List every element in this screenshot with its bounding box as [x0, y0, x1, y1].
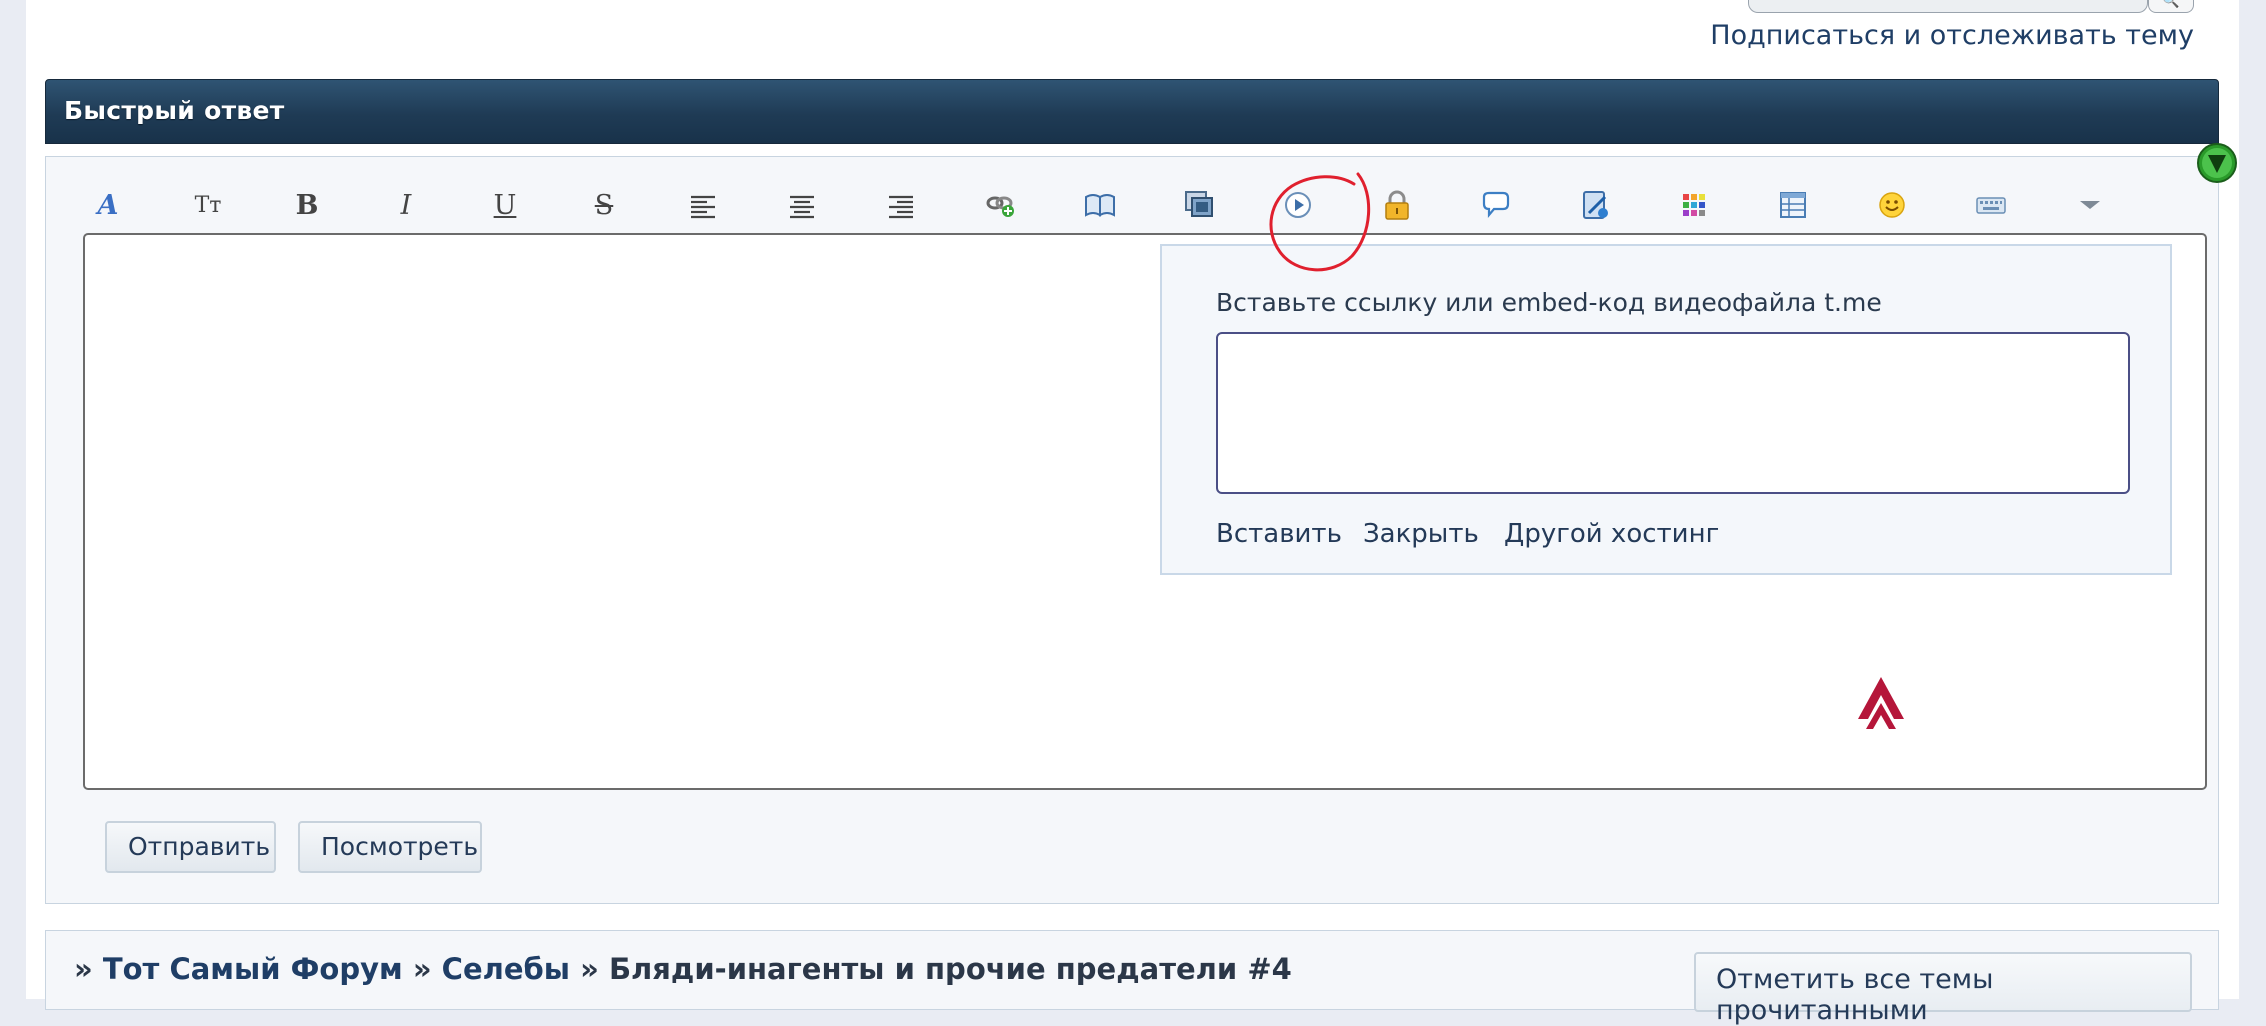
align-right-button[interactable]: [876, 180, 926, 230]
other-hosting-link[interactable]: Другой хостинг: [1504, 519, 1719, 549]
code-icon: [1583, 191, 1608, 219]
code-button[interactable]: [1570, 180, 1620, 230]
breadcrumb: » Тот Самый Форум » Селебы » Бляди-инаге…: [74, 952, 1292, 986]
video-url-input[interactable]: [1216, 332, 2130, 494]
editor-toolbar: A Tт B I U S: [83, 180, 2165, 232]
quick-reply-title: Быстрый ответ: [64, 96, 285, 125]
font-size-icon: Tт: [194, 192, 222, 218]
gallery-icon: [1185, 191, 1213, 217]
strikethrough-button[interactable]: S: [579, 180, 629, 230]
mark-all-read-button[interactable]: Отметить все темы прочитанными: [1694, 952, 2192, 1026]
underline-button[interactable]: U: [480, 180, 530, 230]
breadcrumb-section-link[interactable]: Селебы: [442, 952, 570, 986]
scroll-up-arrow-icon[interactable]: [1856, 675, 1906, 731]
send-button[interactable]: Отправить: [105, 821, 276, 873]
more-dropdown-icon: [2080, 201, 2100, 209]
keyboard-icon: [1976, 197, 2006, 214]
book-icon: [1085, 194, 1115, 217]
keyboard-button[interactable]: [1966, 180, 2016, 230]
quote-button[interactable]: [1471, 180, 1521, 230]
bold-button[interactable]: B: [282, 180, 332, 230]
more-button[interactable]: [2065, 180, 2115, 230]
breadcrumb-separator: »: [580, 952, 599, 986]
close-link[interactable]: Закрыть: [1363, 519, 1479, 549]
table-button[interactable]: [1768, 180, 1818, 230]
italic-button[interactable]: I: [381, 180, 431, 230]
table-icon: [1780, 192, 1806, 218]
strikethrough-icon: S: [594, 189, 614, 221]
bold-icon: B: [295, 189, 319, 221]
search-icon: 🔍: [2162, 0, 2180, 9]
link-button[interactable]: [975, 180, 1025, 230]
video-insert-popup: Вставьте ссылку или embed-код видеофайла…: [1160, 244, 2172, 575]
breadcrumb-separator: »: [412, 952, 432, 986]
align-center-icon: [790, 195, 814, 219]
color-button[interactable]: [1669, 180, 1719, 230]
search-input[interactable]: [1748, 0, 2148, 13]
gallery-button[interactable]: [1174, 180, 1224, 230]
breadcrumb-separator: »: [74, 952, 93, 986]
video-url-label: Вставьте ссылку или embed-код видеофайла…: [1216, 288, 1882, 317]
quote-bubble-icon: [1482, 191, 1510, 219]
smiley-icon: [1879, 192, 1905, 218]
font-button[interactable]: A: [83, 180, 133, 230]
align-right-icon: [889, 195, 913, 219]
font-icon: A: [97, 189, 119, 221]
book-button[interactable]: [1075, 180, 1125, 230]
breadcrumb-forum-link[interactable]: Тот Самый Форум: [103, 952, 403, 986]
align-left-button[interactable]: [678, 180, 728, 230]
align-left-icon: [691, 195, 715, 219]
align-center-button[interactable]: [777, 180, 827, 230]
green-badge-icon: [2197, 143, 2237, 183]
font-size-button[interactable]: Tт: [183, 180, 233, 230]
breadcrumb-topic: Бляди-инагенты и прочие предатели #4: [608, 952, 1292, 986]
quick-reply-header: Быстрый ответ: [45, 79, 2219, 144]
subscribe-link[interactable]: Подписаться и отслеживать тему: [1710, 20, 2194, 51]
preview-button[interactable]: Посмотреть: [298, 821, 482, 873]
insert-link[interactable]: Вставить: [1216, 519, 1342, 549]
color-palette-icon: [1683, 194, 1705, 216]
italic-icon: I: [400, 189, 412, 221]
smiley-button[interactable]: [1867, 180, 1917, 230]
link-icon: [986, 196, 1014, 217]
underline-icon: U: [493, 189, 517, 221]
search-button[interactable]: 🔍: [2148, 0, 2194, 13]
red-annotation-circle: [1269, 172, 1371, 272]
lock-icon: [1385, 190, 1409, 220]
